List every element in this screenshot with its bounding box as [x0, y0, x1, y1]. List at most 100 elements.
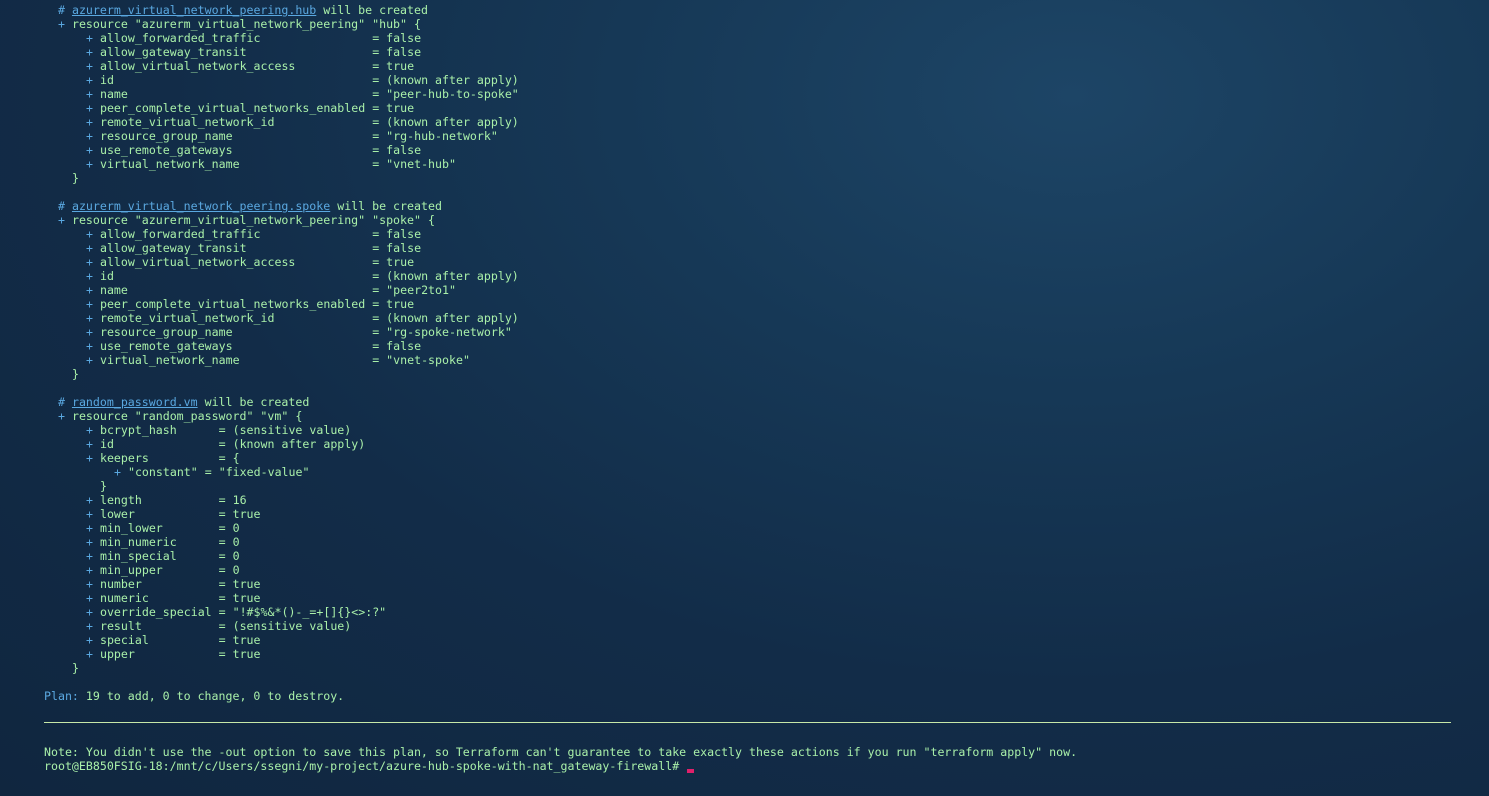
attribute-value: = true: [372, 297, 415, 311]
plus-marker: +: [86, 339, 93, 353]
attribute-line: + use_remote_gateways = false: [86, 143, 421, 157]
attribute-value: = false: [372, 45, 422, 59]
attribute-key: peer_complete_virtual_networks_enabled: [99, 101, 366, 115]
attribute-key: allow_gateway_transit: [99, 241, 366, 255]
resource-address: azurerm_virtual_network_peering.hub: [71, 3, 317, 17]
plus-marker: +: [58, 213, 65, 227]
close-brace: }: [72, 661, 79, 675]
nested-close-brace: }: [100, 479, 107, 493]
attribute-value: = 0: [218, 549, 240, 563]
attribute-value: = true: [218, 577, 261, 591]
attribute-line: + min_numeric = 0: [86, 535, 240, 549]
attribute-line: + result = (sensitive value): [86, 619, 351, 633]
note-text: Note: You didn't use the -out option to …: [44, 745, 1078, 759]
attribute-key: resource_group_name: [99, 325, 366, 339]
plus-marker: +: [86, 45, 93, 59]
plus-marker: +: [86, 451, 93, 465]
attribute-line: + name = "peer-hub-to-spoke": [86, 87, 519, 101]
resource-declaration: resource "azurerm_virtual_network_peerin…: [71, 17, 421, 31]
attribute-line: + allow_forwarded_traffic = false: [86, 227, 421, 241]
attribute-line: + id = (known after apply): [86, 269, 519, 283]
attribute-value: = "fixed-value": [204, 465, 310, 479]
attribute-value: = (known after apply): [372, 269, 519, 283]
attribute-line: + number = true: [86, 577, 261, 591]
attribute-key: id: [99, 437, 212, 451]
plus-marker: +: [86, 647, 93, 661]
resource-declaration-line: + resource "random_password" "vm" {: [58, 409, 302, 423]
plus-marker: +: [86, 437, 93, 451]
attribute-value: = false: [372, 227, 422, 241]
attribute-key: allow_virtual_network_access: [99, 255, 366, 269]
resource-close-brace: }: [72, 661, 79, 675]
plus-marker: +: [86, 227, 93, 241]
attribute-key: virtual_network_name: [99, 353, 366, 367]
plus-marker: +: [86, 325, 93, 339]
comment-hash: #: [58, 199, 65, 213]
attribute-key: lower: [99, 507, 212, 521]
resource-comment-line: # azurerm_virtual_network_peering.hub wi…: [58, 3, 428, 17]
plus-marker: +: [86, 241, 93, 255]
will-be-created-text: will be created: [204, 395, 310, 409]
attribute-line: + virtual_network_name = "vnet-spoke": [86, 353, 470, 367]
attribute-line: + min_upper = 0: [86, 563, 240, 577]
shell-prompt-line[interactable]: root@EB850FSIG-18:/mnt/c/Users/ssegni/my…: [44, 759, 695, 773]
attribute-value: = "rg-hub-network": [372, 129, 498, 143]
attribute-value: = (known after apply): [218, 437, 366, 451]
attribute-key: use_remote_gateways: [99, 339, 366, 353]
plus-marker: +: [86, 157, 93, 171]
attribute-value: = 16: [218, 493, 247, 507]
comment-hash: #: [58, 3, 65, 17]
plan-label: Plan:: [44, 689, 79, 703]
attribute-value: = 0: [218, 535, 240, 549]
attribute-line: + lower = true: [86, 507, 261, 521]
attribute-key: allow_gateway_transit: [99, 45, 366, 59]
attribute-key: override_special: [99, 605, 212, 619]
attribute-key: virtual_network_name: [99, 157, 366, 171]
attribute-key: bcrypt_hash: [99, 423, 212, 437]
attribute-value: = (known after apply): [372, 115, 519, 129]
plus-marker: +: [86, 87, 93, 101]
attribute-value: = true: [372, 101, 415, 115]
attribute-line: + remote_virtual_network_id = (known aft…: [86, 311, 519, 325]
attribute-line: + min_special = 0: [86, 549, 240, 563]
attribute-key: resource_group_name: [99, 129, 366, 143]
resource-address: azurerm_virtual_network_peering.spoke: [71, 199, 331, 213]
attribute-value: = false: [372, 143, 422, 157]
attribute-value: = (sensitive value): [218, 619, 352, 633]
attribute-line: + allow_gateway_transit = false: [86, 241, 421, 255]
attribute-key: use_remote_gateways: [99, 143, 366, 157]
attribute-line: + name = "peer2to1": [86, 283, 456, 297]
attribute-key: min_numeric: [99, 535, 212, 549]
attribute-value: = (known after apply): [372, 311, 519, 325]
plus-marker: +: [86, 129, 93, 143]
attribute-value: = false: [372, 241, 422, 255]
attribute-value: = "peer-hub-to-spoke": [372, 87, 519, 101]
attribute-line: + resource_group_name = "rg-spoke-networ…: [86, 325, 512, 339]
resource-close-brace: }: [72, 171, 79, 185]
attribute-key: allow_forwarded_traffic: [99, 31, 366, 45]
plus-marker: +: [86, 633, 93, 647]
resource-declaration: resource "random_password" "vm" {: [71, 409, 303, 423]
attribute-key: upper: [99, 647, 212, 661]
attribute-key: allow_virtual_network_access: [99, 59, 366, 73]
will-be-created-text: will be created: [337, 199, 442, 213]
attribute-value: = "vnet-spoke": [372, 353, 470, 367]
attribute-key: name: [99, 283, 366, 297]
plus-marker: +: [58, 17, 65, 31]
resource-address: random_password.vm: [71, 395, 198, 409]
plus-marker: +: [86, 31, 93, 45]
attribute-value: = false: [372, 339, 422, 353]
terminal-window[interactable]: # azurerm_virtual_network_peering.hub wi…: [0, 0, 1489, 796]
plus-marker: +: [86, 591, 93, 605]
attribute-key: id: [99, 269, 366, 283]
plus-marker: +: [86, 507, 93, 521]
plus-marker: +: [86, 59, 93, 73]
attribute-value: = true: [372, 255, 415, 269]
attribute-line: + keepers = {: [86, 451, 240, 465]
resource-declaration-line: + resource "azurerm_virtual_network_peer…: [58, 17, 421, 31]
cursor[interactable]: [687, 769, 695, 773]
close-brace: }: [72, 367, 79, 381]
attribute-value: = "!#$%&*()-_=+[]{}<>:?": [218, 605, 387, 619]
resource-comment-line: # random_password.vm will be created: [58, 395, 309, 409]
attribute-line: + peer_complete_virtual_networks_enabled…: [86, 101, 414, 115]
